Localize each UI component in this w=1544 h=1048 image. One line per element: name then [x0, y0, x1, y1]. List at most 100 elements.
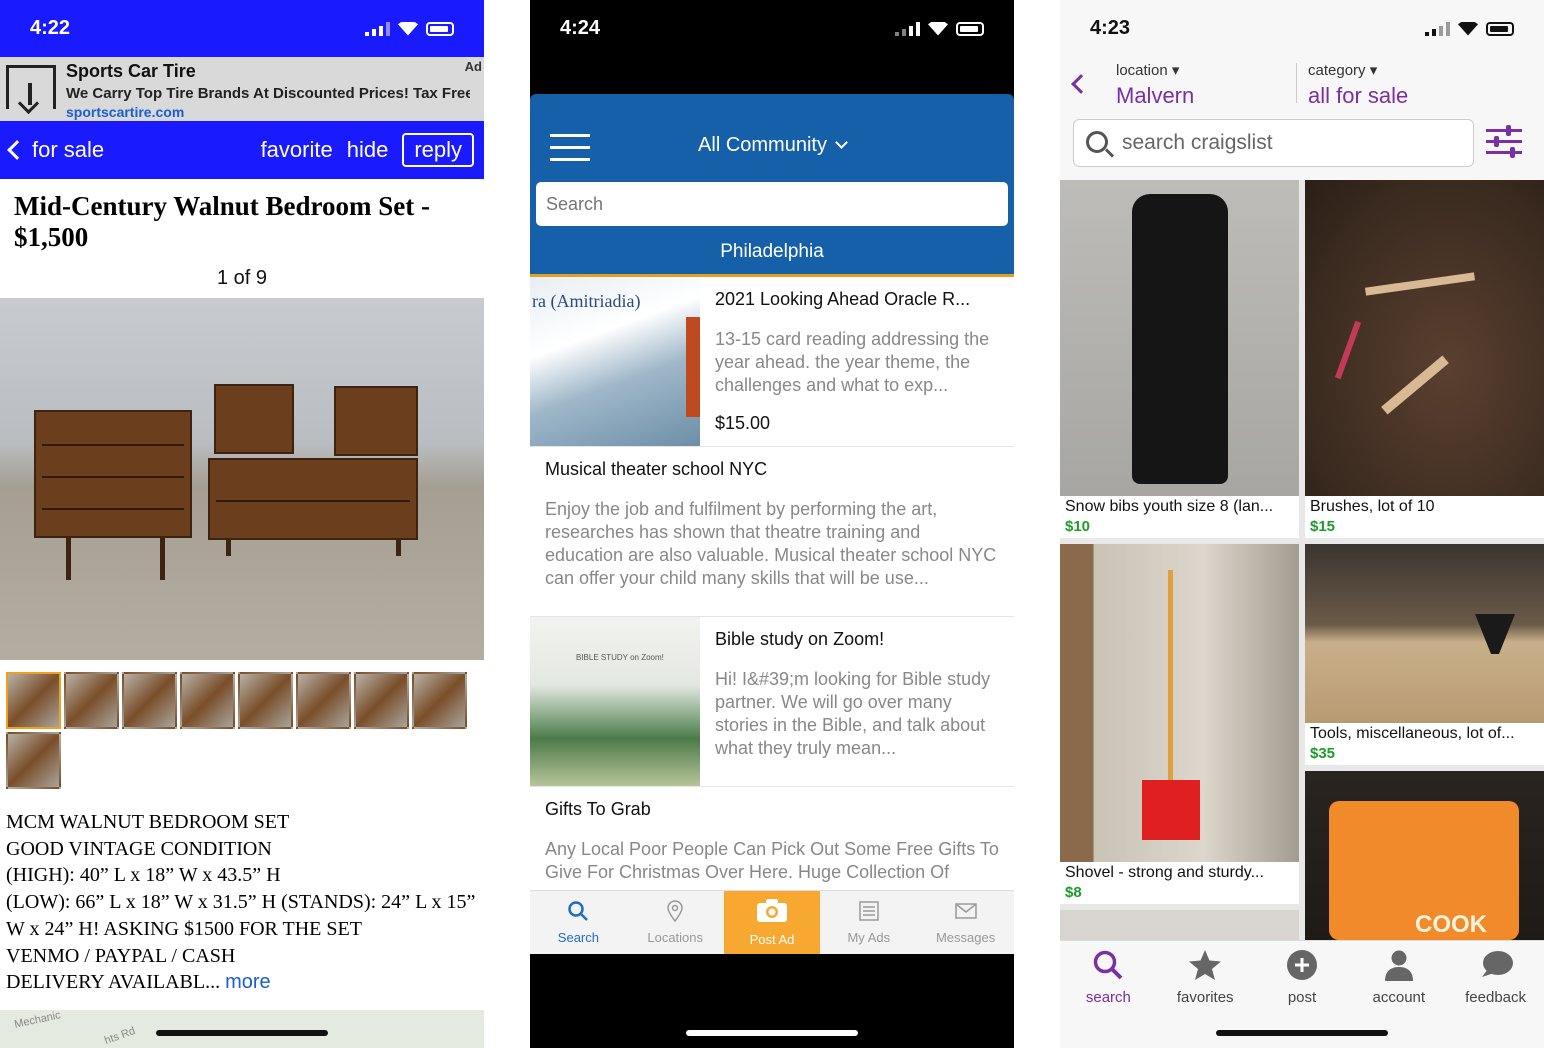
status-bar: 4:23 — [1060, 0, 1544, 57]
list-item[interactable]: Musical theater school NYC Enjoy the job… — [530, 447, 1014, 617]
search-icon — [1094, 950, 1123, 980]
envelope-icon — [954, 903, 977, 919]
result-photo — [1060, 180, 1299, 496]
listing-title: Bible study on Zoom! — [715, 629, 885, 649]
results-grid: Snow bibs youth size 8 (lan... $10 Brush… — [1060, 180, 1544, 940]
nightstand — [334, 386, 418, 456]
location-pin-icon — [667, 900, 683, 922]
ad-url[interactable]: sportscartire.com — [66, 104, 484, 120]
back-button[interactable]: for sale — [7, 137, 104, 163]
result-price: $10 — [1065, 518, 1091, 535]
search-icon — [1086, 131, 1108, 153]
thumbnail[interactable] — [354, 672, 409, 729]
thumbnail[interactable] — [6, 672, 61, 729]
home-indicator[interactable] — [1216, 1030, 1388, 1036]
craigslist-app-screen: 4:23 location ▾ Malvern category ▾ all f… — [1060, 0, 1544, 1048]
tab-post-ad[interactable]: Post Ad — [723, 891, 821, 954]
star-icon — [1189, 950, 1222, 980]
map-preview[interactable]: Mechanic hts Rd — [0, 1009, 484, 1048]
photo-counter: 1 of 9 — [216, 267, 268, 289]
search-input[interactable] — [536, 182, 1008, 226]
result-card[interactable]: Shovel - strong and sturdy... $8 — [1060, 544, 1299, 904]
thumbnail[interactable] — [122, 672, 177, 729]
tall-dresser — [34, 410, 192, 538]
chevron-down-icon — [835, 136, 848, 149]
result-photo — [1060, 544, 1299, 862]
list-item[interactable]: BIBLE STUDY on Zoom! Bible study on Zoom… — [530, 617, 1014, 787]
status-bar: 4:24 — [530, 0, 1014, 57]
signal-icon — [365, 21, 390, 36]
chevron-left-icon[interactable] — [1071, 74, 1091, 94]
home-indicator[interactable] — [156, 1030, 328, 1036]
listing-title: Musical theater school NYC — [545, 459, 768, 479]
tab-search[interactable]: Search — [530, 891, 627, 954]
status-bar: 4:22 — [0, 0, 484, 57]
favorite-button[interactable]: favorite — [261, 137, 333, 163]
listing-feed: ra (Amitriadia) 2021 Looking Ahead Oracl… — [530, 277, 1014, 890]
hide-button[interactable]: hide — [347, 137, 389, 163]
ad-badge: Ad — [464, 59, 482, 74]
ad-banner[interactable]: Sports Car Tire We Carry Top Tire Brands… — [0, 57, 484, 121]
thumbnail[interactable] — [296, 672, 351, 729]
wifi-icon — [398, 21, 418, 36]
city-label[interactable]: Philadelphia — [530, 241, 1014, 263]
list-item[interactable]: ra (Amitriadia) 2021 Looking Ahead Oracl… — [530, 277, 1014, 447]
result-title: Snow bibs youth size 8 (lan... — [1065, 498, 1274, 515]
location-selector[interactable]: location ▾ Malvern — [1116, 61, 1194, 109]
map-street-label: Mechanic — [13, 1009, 62, 1031]
thumbnail-strip — [0, 660, 484, 789]
craigslist-listing-screen: 4:22 Sports Car Tire We Carry Top Tire B… — [0, 0, 484, 1048]
community-selector[interactable]: All Community — [530, 134, 1014, 157]
wifi-icon — [928, 21, 948, 36]
listing-navbar: for sale favorite hide reply — [0, 121, 484, 179]
thumbnail[interactable] — [64, 672, 119, 729]
battery-icon — [1486, 21, 1514, 36]
ad-title: Sports Car Tire — [66, 61, 196, 81]
battery-icon — [956, 21, 984, 36]
tab-messages[interactable]: Messages — [917, 891, 1014, 954]
chat-bubble-icon — [1481, 951, 1513, 977]
tab-feedback[interactable]: feedback — [1447, 941, 1544, 1048]
listing-thumbnail: ra (Amitriadia) — [530, 277, 700, 446]
result-price: $15 — [1310, 518, 1336, 535]
main-photo[interactable] — [0, 298, 484, 660]
result-card[interactable]: Brushes, lot of 10 $15 — [1305, 180, 1544, 538]
filter-sliders-icon[interactable] — [1486, 125, 1522, 158]
tab-search[interactable]: search — [1060, 941, 1157, 1048]
search-input[interactable]: search craigslist — [1073, 119, 1474, 167]
result-card[interactable] — [1060, 910, 1299, 940]
category-selector[interactable]: category ▾ all for sale — [1308, 61, 1408, 109]
more-link[interactable]: more — [225, 971, 271, 993]
listing-title: Mid-Century Walnut Bedroom Set - $1,500 — [14, 191, 431, 252]
reply-button[interactable]: reply — [402, 133, 474, 167]
thumbnail[interactable] — [412, 672, 467, 729]
thumbnail[interactable] — [180, 672, 235, 729]
result-title: Tools, miscellaneous, lot of... — [1310, 725, 1515, 742]
signal-icon — [895, 21, 920, 36]
thumbnail[interactable] — [238, 672, 293, 729]
listing-snippet: 13-15 card reading addressing the year a… — [715, 329, 990, 395]
list-item[interactable]: Gifts To Grab Any Local Poor People Can … — [530, 787, 1014, 890]
result-photo — [1305, 544, 1544, 723]
result-card[interactable]: COOK — [1305, 771, 1544, 940]
tab-my-ads[interactable]: My Ads — [820, 891, 917, 954]
result-photo: COOK — [1305, 771, 1544, 940]
search-icon — [568, 901, 589, 921]
result-card[interactable]: Tools, miscellaneous, lot of... $35 — [1305, 544, 1544, 765]
location-value: Malvern — [1116, 83, 1195, 108]
status-time: 4:24 — [560, 17, 601, 39]
listing-snippet: Any Local Poor People Can Pick Out Some … — [545, 839, 999, 882]
app-header: All Community Philadelphia — [530, 94, 1014, 277]
listing-snippet: Enjoy the job and fulfilment by performi… — [545, 499, 997, 588]
listing-description: MCM WALNUT BEDROOM SET GOOD VINTAGE COND… — [6, 811, 476, 994]
result-card[interactable]: Snow bibs youth size 8 (lan... $10 — [1060, 180, 1299, 538]
listing-thumbnail: BIBLE STUDY on Zoom! — [530, 617, 700, 786]
thumbnail[interactable] — [6, 732, 61, 789]
listing-price: $15.00 — [715, 413, 771, 433]
home-indicator[interactable] — [686, 1030, 858, 1036]
wifi-icon — [1458, 21, 1478, 36]
bottom-tab-bar: Search Locations Post Ad My Ads Messages — [530, 890, 1014, 954]
divider — [1296, 63, 1297, 103]
ad-description: We Carry Top Tire Brands At Discounted P… — [66, 85, 470, 102]
tab-locations[interactable]: Locations — [627, 891, 724, 954]
